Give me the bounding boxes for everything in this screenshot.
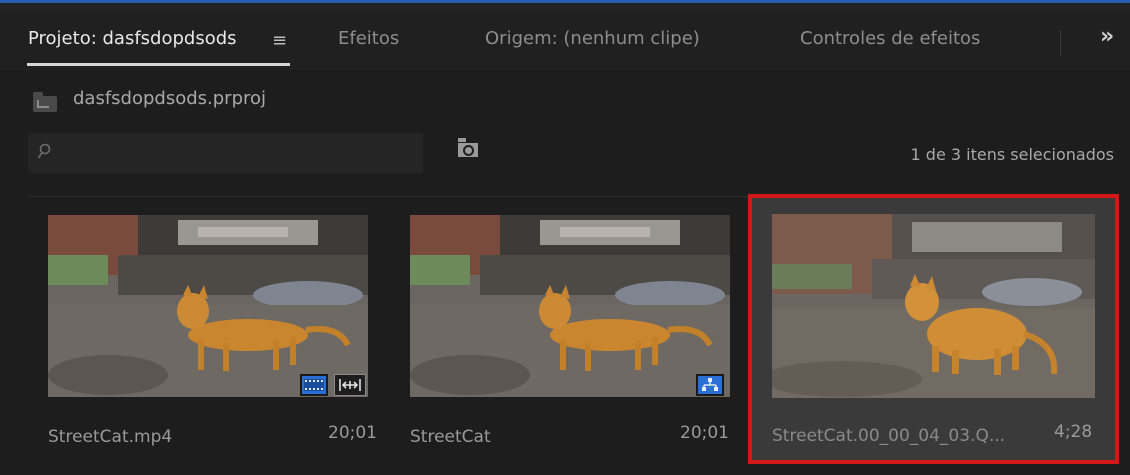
active-tab-underline [27,63,290,66]
bin-search-icon[interactable] [458,138,478,158]
hamburger-icon[interactable]: ≡ [272,30,287,51]
tab-source[interactable]: Origem: (nenhum clipe) [485,28,700,60]
tab-effects[interactable]: Efeitos [338,28,399,60]
project-path-row: dasfsdopdsods.prproj [0,70,1130,120]
audio-icon [334,374,366,396]
tab-project[interactable]: Projeto: dasfsdopdsods [28,28,237,60]
media-item-streetcat-mp4[interactable]: StreetCat.mp4 20;01 [28,197,388,465]
project-file-name: dasfsdopdsods.prproj [73,88,267,109]
panel-tab-bar: Projeto: dasfsdopdsods ≡ Efeitos Origem:… [0,12,1130,70]
thumbnail [772,214,1095,398]
item-duration: 20;01 [680,423,729,443]
tab-separator [1060,30,1061,56]
item-name: StreetCat [410,427,491,447]
media-item-streetcat-still[interactable]: StreetCat.00_00_04_03.Q... 4;28 [752,198,1115,460]
sequence-icon [696,374,724,396]
search-icon [37,143,51,159]
overflow-tabs-icon[interactable]: » [1100,24,1114,49]
film-icon [300,374,328,396]
media-item-streetcat-sequence[interactable]: StreetCat 20;01 [390,197,745,465]
item-name: StreetCat.00_00_04_03.Q... [772,426,1006,446]
selection-status: 1 de 3 itens selecionados [910,145,1114,164]
search-input[interactable] [28,133,423,173]
thumbnail [410,215,730,397]
item-duration: 20;01 [328,423,377,443]
thumbnail [48,215,368,397]
folder-icon[interactable] [33,92,57,112]
item-name: StreetCat.mp4 [48,427,173,447]
item-duration: 4;28 [1054,422,1093,442]
tab-effect-controls[interactable]: Controles de efeitos [800,28,980,60]
panel-top-highlight [0,0,1130,12]
